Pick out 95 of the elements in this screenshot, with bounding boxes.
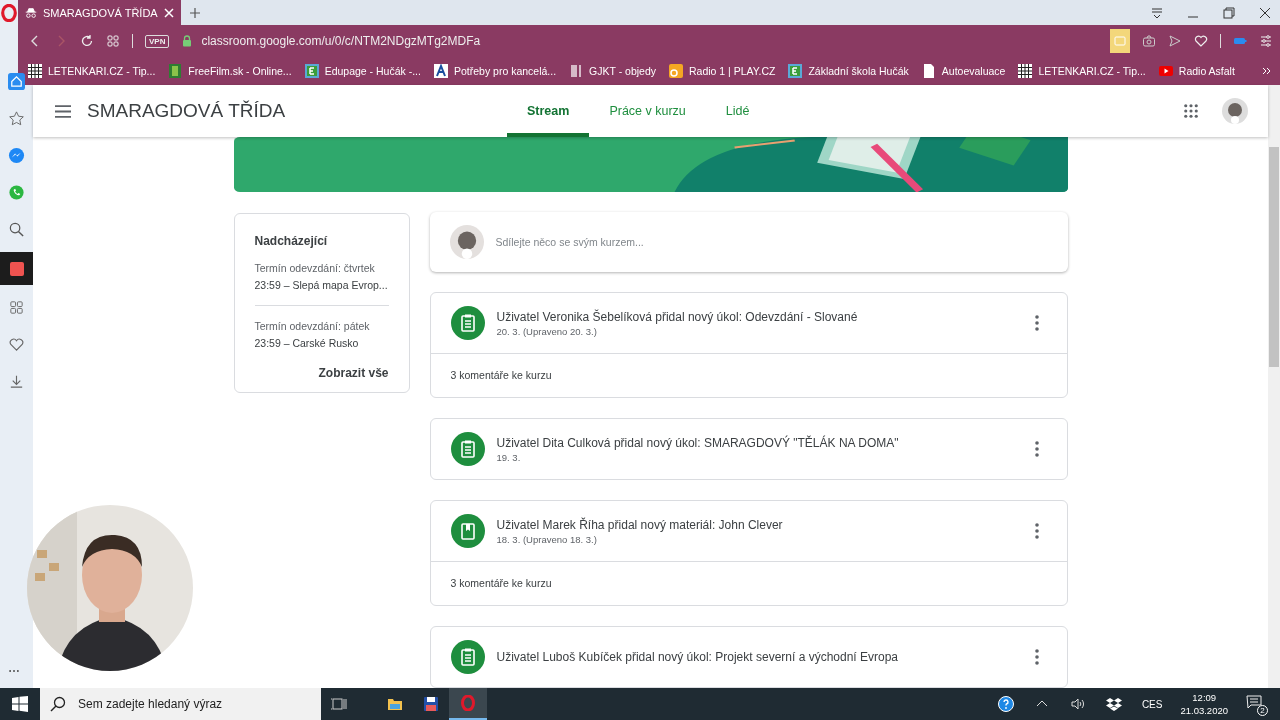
share-card[interactable]: Sdílejte něco se svým kurzem... bbox=[429, 212, 1068, 272]
opera-logo-icon[interactable] bbox=[0, 4, 18, 22]
post-date: 18. 3. (Upraveno 18. 3.) bbox=[496, 533, 598, 545]
assignment-link[interactable]: 23:59 – Carské Rusko bbox=[254, 337, 389, 349]
a-letter-icon bbox=[433, 64, 448, 78]
messenger-icon[interactable] bbox=[8, 147, 25, 164]
bookmark[interactable]: FreeFilm.sk - Online... bbox=[168, 64, 292, 78]
post-date: 20. 3. (Upraveno 20. 3.) bbox=[496, 325, 598, 337]
download-icon[interactable] bbox=[8, 373, 25, 390]
vpn-badge[interactable]: VPN bbox=[145, 34, 170, 48]
restore-icon[interactable] bbox=[1221, 5, 1236, 20]
due-label: Termín odevzdání: čtvrtek bbox=[254, 262, 376, 274]
tabs-grid-icon[interactable] bbox=[106, 34, 120, 48]
bookmark[interactable]: Radio Asfalt bbox=[1158, 64, 1235, 78]
comments-link[interactable]: 3 komentáře ke kurzu bbox=[430, 353, 1067, 397]
new-tab-icon[interactable] bbox=[189, 6, 201, 19]
lock-icon bbox=[181, 35, 194, 47]
close-icon[interactable] bbox=[1257, 5, 1272, 20]
reload-icon[interactable] bbox=[80, 34, 94, 48]
card-title: Nadcházející bbox=[254, 234, 329, 248]
assignment-icon bbox=[450, 640, 485, 674]
notification-icon[interactable] bbox=[1246, 694, 1262, 710]
browser-tab[interactable]: SMARAGDOVÁ TŘÍDA bbox=[18, 0, 181, 25]
post-title[interactable]: Uživatel Marek Říha přidal nový materiál: John Clever bbox=[496, 517, 1023, 532]
share-placeholder: Sdílejte něco se svým kurzem... bbox=[495, 236, 644, 248]
help-icon[interactable] bbox=[997, 696, 1014, 712]
bookmark[interactable]: Autoevaluace bbox=[921, 64, 1006, 78]
grid-icon bbox=[28, 64, 42, 78]
more-options-icon[interactable] bbox=[1034, 441, 1039, 457]
bookmark[interactable]: GJKT - objedy bbox=[569, 64, 656, 78]
assignment-icon bbox=[450, 306, 485, 340]
flow-button[interactable] bbox=[0, 252, 33, 285]
class-title: SMARAGDOVÁ TŘÍDA bbox=[87, 100, 287, 122]
avatar-icon bbox=[449, 225, 484, 259]
clock-time[interactable]: 12:09 bbox=[1192, 692, 1217, 703]
post-title[interactable]: Uživatel Dita Culková přidal nový úkol: SMARAGDOVÝ "TĚLÁK NA DOMA" bbox=[496, 435, 1023, 450]
heart-icon[interactable] bbox=[8, 336, 25, 353]
post-title[interactable]: Uživatel Veronika Šebelíková přidal nový úkol: Odevzdání - Slované bbox=[496, 309, 1023, 324]
document-icon bbox=[921, 64, 936, 78]
address-field[interactable]: classroom.google.com/u/0/c/NTM2NDgzMTg2MDFa bbox=[201, 34, 481, 48]
opera-logo-icon bbox=[460, 695, 476, 711]
bookmark[interactable]: LETENKARI.CZ - Tip... bbox=[1018, 64, 1146, 78]
bookmark[interactable]: Edupage - Hučák -... bbox=[304, 64, 421, 78]
taskbar-search-field[interactable]: Sem zadejte hledaný výraz bbox=[40, 688, 321, 720]
task-view-icon[interactable] bbox=[331, 696, 347, 712]
film-icon bbox=[168, 64, 183, 78]
home-icon[interactable] bbox=[8, 73, 25, 90]
taskbar-app[interactable] bbox=[449, 688, 487, 720]
search-icon bbox=[50, 696, 66, 712]
clock-date[interactable]: 21.03.2020 bbox=[1180, 705, 1228, 716]
search-icon[interactable] bbox=[8, 221, 25, 238]
menu-icon[interactable] bbox=[55, 104, 71, 118]
bookmark[interactable]: Potřeby pro kancelá... bbox=[433, 64, 557, 78]
more-bookmarks-icon[interactable] bbox=[1260, 65, 1273, 77]
post-title[interactable]: Uživatel Luboš Kubíček přidal nový úkol: Projekt severní a východní Evropa bbox=[496, 650, 1023, 664]
incognito-icon bbox=[24, 5, 38, 20]
tab-title: SMARAGDOVÁ TŘÍDA bbox=[43, 6, 158, 19]
more-options-icon[interactable] bbox=[1034, 523, 1039, 539]
view-all-link[interactable]: Zobrazit vše bbox=[318, 366, 389, 380]
scrollbar[interactable] bbox=[1268, 85, 1280, 688]
notification-count: 2 bbox=[1257, 705, 1268, 716]
radio-icon bbox=[669, 64, 683, 78]
close-icon[interactable] bbox=[163, 6, 175, 19]
nav-tab[interactable]: Práce v kurzu bbox=[589, 85, 706, 137]
assignment-link[interactable]: 23:59 – Slepá mapa Evrop... bbox=[254, 279, 389, 291]
post-date: 19. 3. bbox=[496, 451, 522, 463]
assignment-icon bbox=[450, 432, 485, 466]
due-label: Termín odevzdání: pátek bbox=[254, 320, 371, 332]
e-letter-icon bbox=[788, 64, 803, 78]
camera-icon[interactable] bbox=[1141, 34, 1156, 48]
e-letter-icon bbox=[304, 64, 319, 78]
language-indicator[interactable]: CES bbox=[1141, 698, 1163, 710]
send-icon[interactable] bbox=[1167, 34, 1182, 48]
play-icon bbox=[1158, 64, 1173, 78]
cutlery-icon bbox=[569, 64, 584, 78]
tab-menu-icon[interactable] bbox=[1149, 5, 1164, 20]
nav-tab[interactable]: Lidé bbox=[705, 85, 770, 137]
dropbox-icon[interactable] bbox=[1105, 696, 1122, 712]
grid-icon bbox=[1018, 64, 1033, 78]
bookmark[interactable]: Radio 1 | PLAY.CZ bbox=[669, 64, 776, 78]
grid-icon[interactable] bbox=[8, 299, 25, 316]
more-options-icon[interactable] bbox=[1034, 315, 1039, 331]
heart-icon[interactable] bbox=[1193, 34, 1208, 48]
speaker-icon[interactable] bbox=[1069, 696, 1086, 712]
comments-link[interactable]: 3 komentáře ke kurzu bbox=[430, 561, 1067, 605]
windows-icon[interactable] bbox=[12, 696, 28, 712]
star-icon[interactable] bbox=[8, 110, 25, 127]
folder-icon[interactable] bbox=[387, 696, 403, 712]
avatar-icon[interactable] bbox=[1222, 98, 1248, 124]
material-icon bbox=[450, 514, 485, 548]
bookmark[interactable]: LETENKARI.CZ - Tip... bbox=[28, 64, 156, 78]
bookmark[interactable]: Základní škola Hučák bbox=[788, 64, 909, 78]
settings-icon[interactable] bbox=[1258, 34, 1273, 48]
apps-grid-icon[interactable] bbox=[1184, 104, 1198, 118]
more-options-icon[interactable] bbox=[1034, 649, 1039, 665]
